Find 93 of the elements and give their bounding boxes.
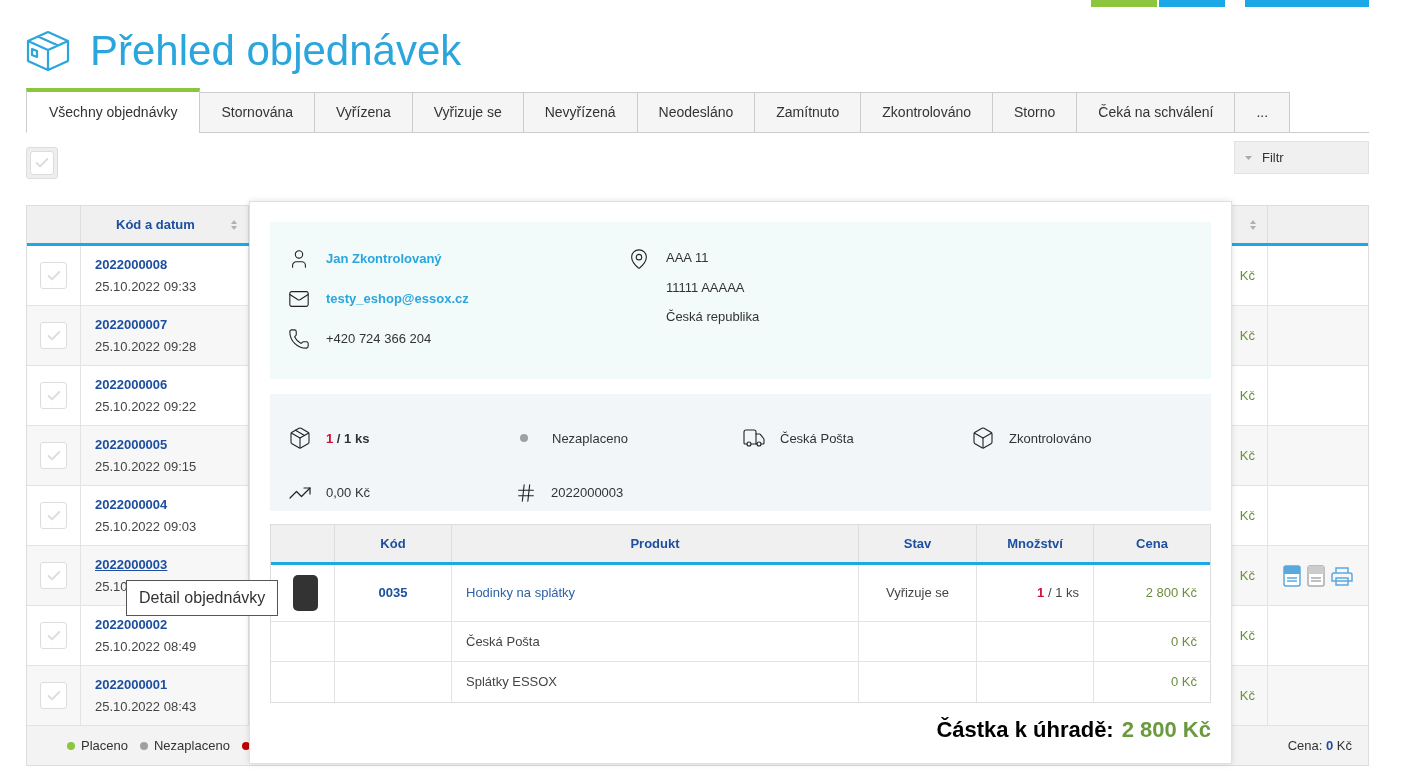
order-price: Kč [1239,626,1255,645]
tab[interactable]: Všechny objednávky [26,88,201,133]
order-code-link[interactable]: 2022000008 [95,255,168,275]
tab[interactable]: Vyřízena [314,92,413,133]
order-price: Kč [1239,566,1255,585]
pdf-document-icon[interactable] [1283,564,1301,587]
order-amount: 0,00 Kč [326,484,371,502]
product-name-link[interactable]: Hodinky na splátky [466,583,576,603]
product-code: 0035 [378,584,408,603]
order-code-link[interactable]: 2022000005 [95,435,168,455]
address-line: 11111 AAAAA [666,278,746,297]
order-code-link[interactable]: 2022000007 [95,315,168,335]
phone-icon [288,328,310,350]
order-date: 25.10.2022 09:28 [95,337,197,356]
order-price: Kč [1239,686,1255,705]
address-line: AAA 11 [666,249,710,267]
sort-icon[interactable] [230,218,238,231]
order-code-link[interactable]: 2022000003 [95,555,168,575]
amount-due-label: Částka k úhradě: [936,716,1114,744]
item-name: Splátky ESSOX [466,673,558,692]
order-date: 25.10.2022 08:43 [95,697,197,716]
address-line: Česká republika [666,308,760,326]
item-name: Česká Pošta [466,632,540,651]
quantity-summary: 1 / 1 ks [326,429,370,448]
checkbox[interactable] [40,562,67,589]
location-pin-icon [628,248,650,270]
checkbox[interactable] [40,262,67,289]
payment-status: Nezaplaceno [552,429,628,448]
tab[interactable]: Čeká na schválení [1076,92,1236,133]
tab[interactable]: Zamítnuto [754,92,862,133]
box-icon [26,30,70,72]
shipping-method: Česká Pošta [780,429,854,448]
box-icon [971,426,995,451]
legend-label: Nezaplaceno [154,736,230,755]
order-date: 25.10.2022 09:03 [95,517,197,536]
tab[interactable]: Zkontrolováno [860,92,993,133]
order-date: 25.10.2022 09:22 [95,397,197,416]
tooltip: Detail objednávky [126,580,279,616]
order-status: Zkontrolováno [1009,429,1092,448]
checkbox[interactable] [40,322,67,349]
tab[interactable]: Stornována [199,92,316,133]
order-number: 2022000003 [551,484,624,502]
box-icon [288,426,312,451]
checkbox[interactable] [40,442,67,469]
order-code-link[interactable]: 2022000006 [95,375,168,395]
item-status: Vyřizuje se [885,584,950,603]
top-button[interactable] [1159,0,1225,7]
order-price: Kč [1239,446,1255,465]
order-price: Kč [1239,386,1255,405]
tab[interactable]: ... [1234,92,1291,133]
order-code-link[interactable]: 2022000001 [95,675,168,695]
item-price: 0 Kč [1171,673,1197,692]
top-button[interactable] [1245,0,1369,7]
item-quantity: 1 / 1 ks [1037,584,1079,603]
order-date: 25.10.2022 09:33 [95,277,197,296]
item-price: 2 800 Kč [1145,584,1197,603]
column-header: Cena [1136,534,1168,553]
order-price: Kč [1239,326,1255,345]
mail-icon [288,288,310,310]
tab[interactable]: Vyřizuje se [411,92,524,133]
top-button[interactable] [1091,0,1157,7]
order-code-link[interactable]: 2022000004 [95,495,168,515]
filter-button[interactable]: Filtr [1234,141,1369,174]
checkbox[interactable] [40,502,67,529]
column-header: Produkt [630,534,680,553]
customer-phone: +420 724 366 204 [326,330,432,349]
tab[interactable]: Nevyřízená [522,92,638,133]
column-header[interactable]: Kód a datum [116,214,195,235]
legend-label: Placeno [81,736,128,755]
checkbox[interactable] [26,147,58,179]
total-price: Cena: 0 Kč [1287,736,1352,755]
amount-due-value: 2 800 Kč [1121,716,1211,744]
product-photo-placeholder [293,575,318,611]
hash-icon [515,481,537,504]
checkbox[interactable] [40,382,67,409]
checkbox[interactable] [40,622,67,649]
order-price: Kč [1239,506,1255,525]
column-header: Množství [1007,534,1063,553]
order-date: 25.10.2022 08:49 [95,637,197,656]
tab[interactable]: Storno [992,92,1078,133]
document-icon[interactable] [1307,564,1325,587]
item-price: 0 Kč [1171,632,1197,651]
order-price: Kč [1239,266,1255,285]
order-code-link[interactable]: 2022000002 [95,615,168,635]
caret-icon [1245,155,1252,160]
sort-icon[interactable] [1249,218,1257,231]
page-title: Přehled objednávek [90,30,462,72]
checkbox[interactable] [40,682,67,709]
order-date: 25.10.2022 09:15 [95,457,197,476]
column-header: Kód [380,534,406,553]
column-header: Stav [903,534,932,553]
tab[interactable]: Neodesláno [636,92,756,133]
print-icon[interactable] [1331,565,1353,586]
